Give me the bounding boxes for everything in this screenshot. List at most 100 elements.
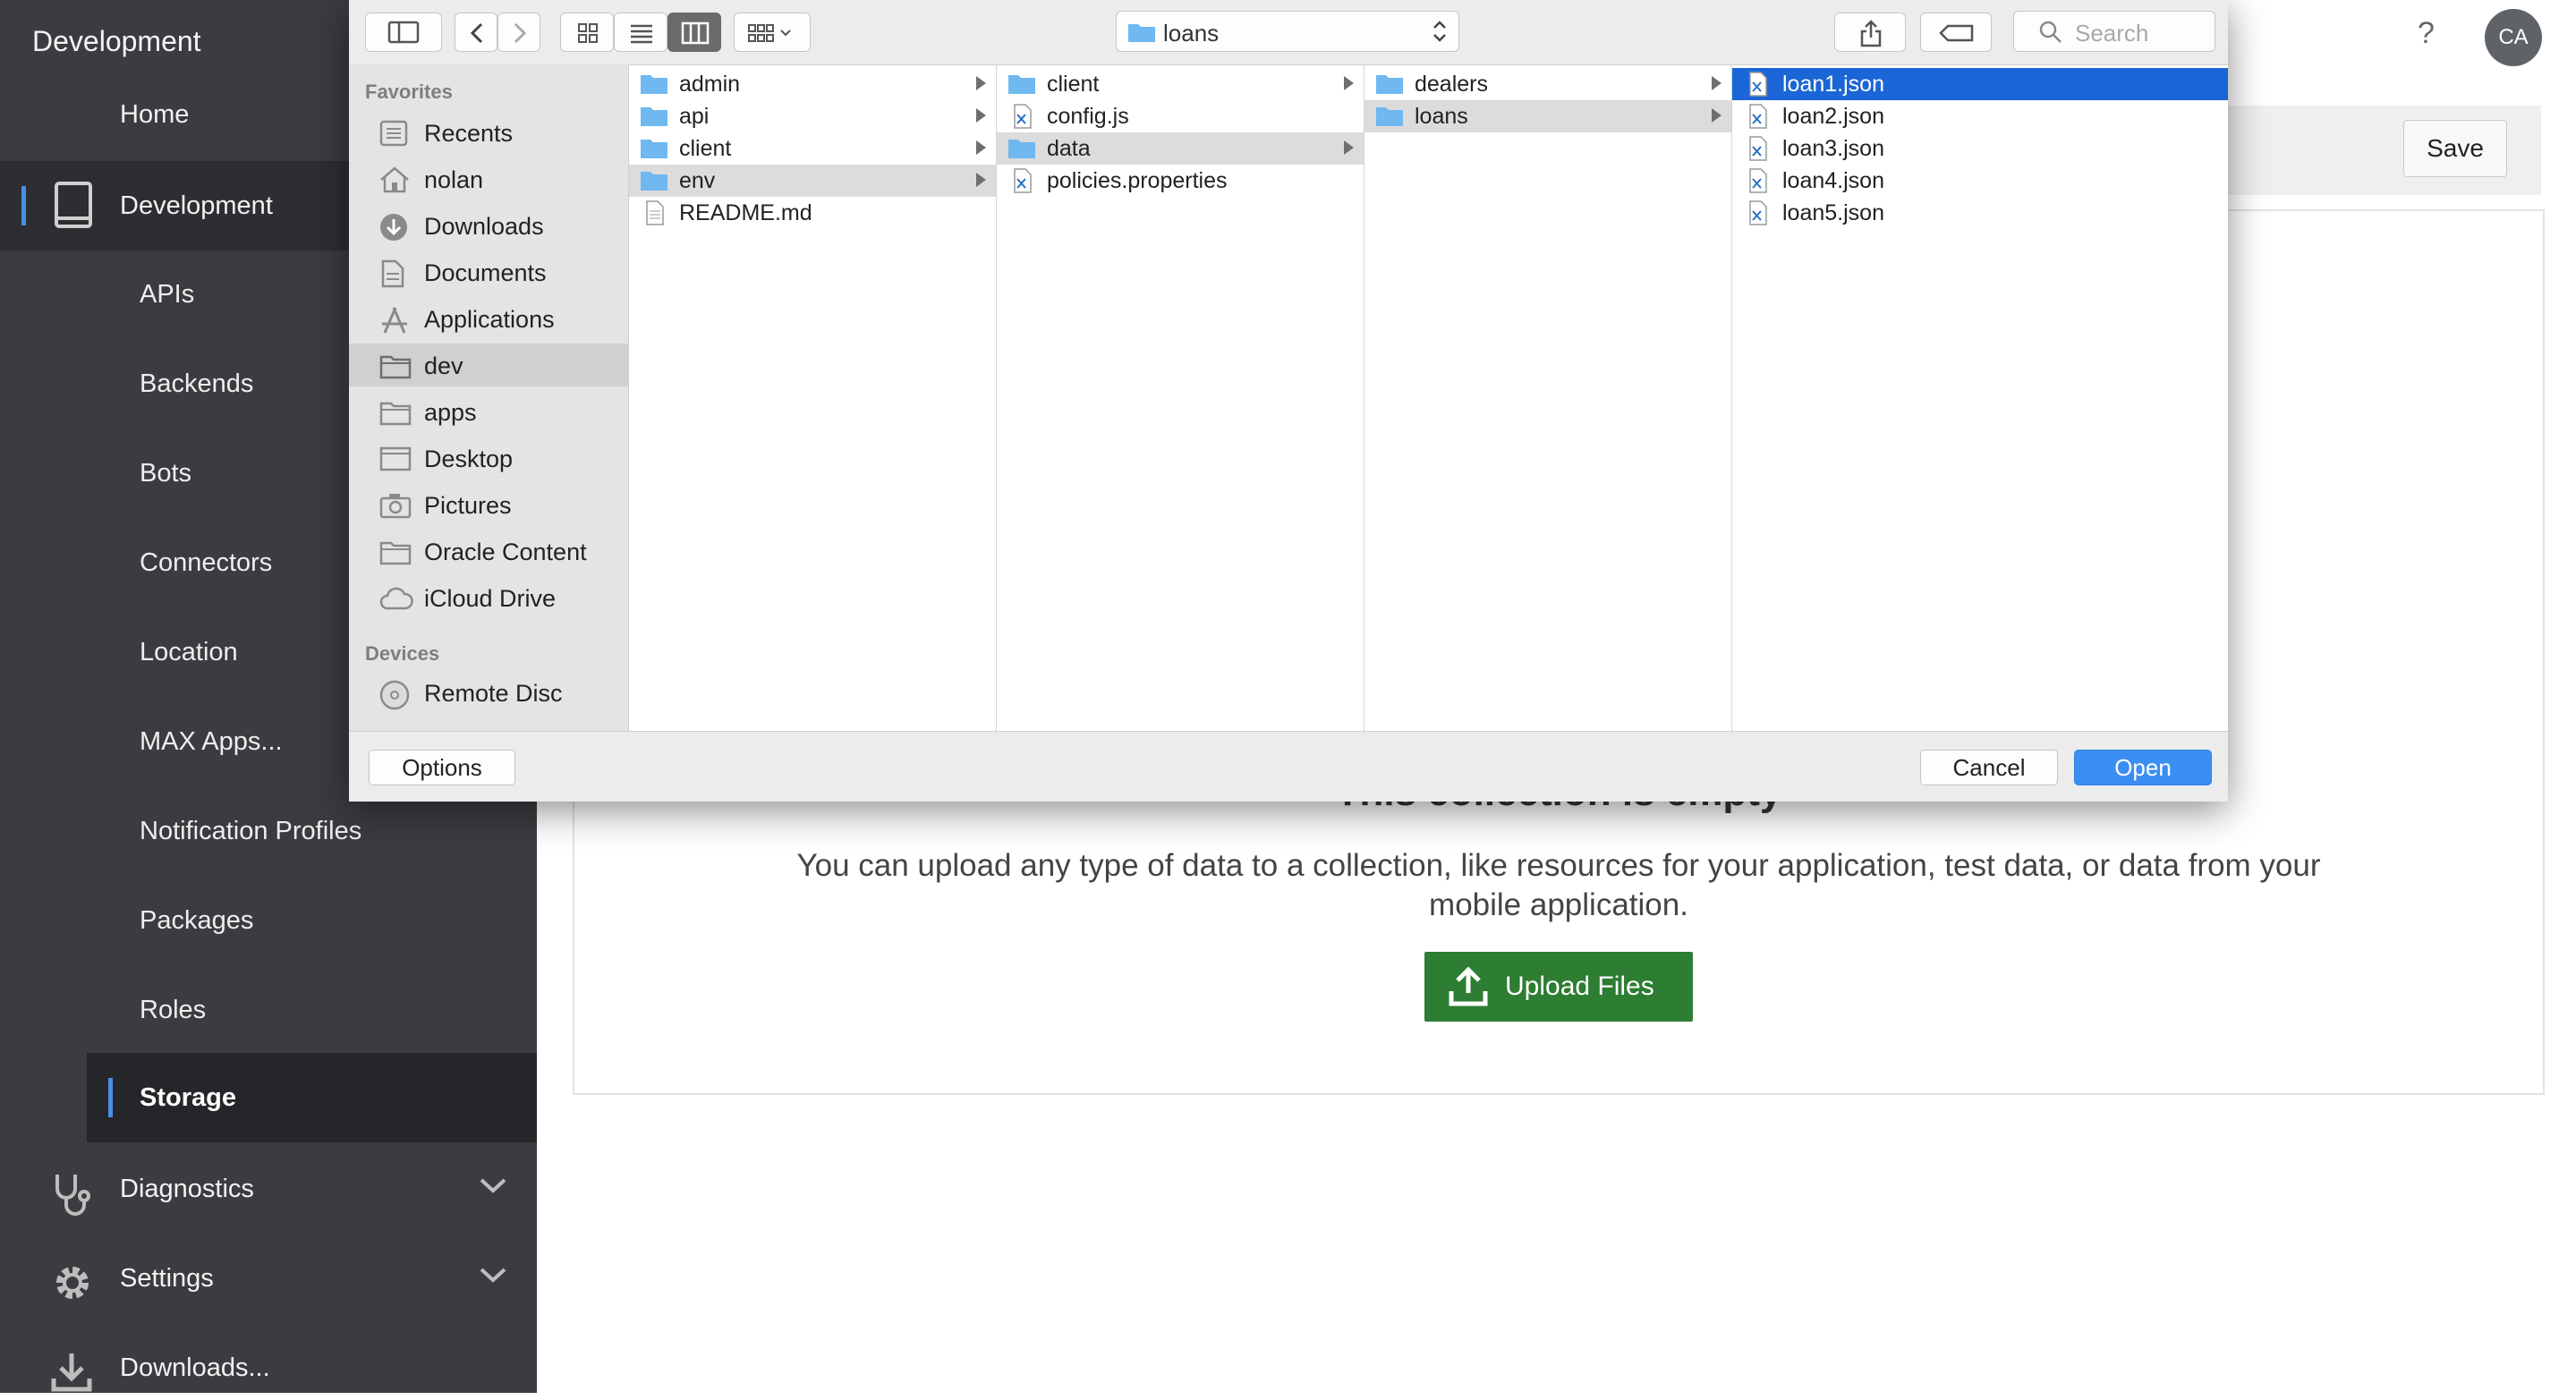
tag-button[interactable] bbox=[1920, 13, 1992, 52]
sidebar-item-recents[interactable]: Recents bbox=[349, 111, 628, 154]
browser-column-2: client config.js data policies.propertie… bbox=[997, 65, 1365, 731]
file-row-loan2[interactable]: loan2.json bbox=[1732, 100, 2228, 132]
file-name: client bbox=[679, 136, 732, 161]
disc-icon bbox=[379, 680, 410, 715]
avatar[interactable]: CA bbox=[2485, 9, 2542, 66]
sidebar-item-bots[interactable]: Bots bbox=[140, 459, 191, 488]
file-row-data[interactable]: data bbox=[997, 132, 1364, 165]
folder-icon bbox=[379, 399, 412, 430]
downloads-icon bbox=[379, 213, 408, 246]
sidebar-item-dev[interactable]: dev bbox=[349, 344, 628, 386]
sidebar-section-label: Development bbox=[120, 191, 273, 220]
sidebar-item-home[interactable]: Home bbox=[120, 100, 189, 130]
sidebar-item-packages[interactable]: Packages bbox=[140, 906, 253, 936]
column-view-button[interactable] bbox=[667, 13, 721, 52]
stethoscope-icon bbox=[50, 1171, 93, 1222]
share-button[interactable] bbox=[1834, 13, 1906, 52]
chevron-down-icon[interactable] bbox=[478, 1264, 508, 1290]
sidebar-item-apps[interactable]: apps bbox=[349, 390, 628, 433]
help-icon[interactable]: ? bbox=[2418, 16, 2435, 51]
sidebar-group-diagnostics[interactable]: Diagnostics bbox=[0, 1158, 537, 1221]
sidebar-item-remote-disc[interactable]: Remote Disc bbox=[349, 671, 628, 714]
sidebar-item-label: Applications bbox=[424, 306, 555, 333]
sidebar-item-label: Pictures bbox=[424, 492, 512, 519]
disclosure-arrow-icon bbox=[976, 173, 986, 187]
file-row-dealers[interactable]: dealers bbox=[1365, 68, 1731, 100]
file-row-loan3[interactable]: loan3.json bbox=[1732, 132, 2228, 165]
file-name: policies.properties bbox=[1047, 168, 1228, 193]
file-row-admin[interactable]: admin bbox=[629, 68, 996, 100]
favorites-heading: Favorites bbox=[365, 81, 453, 103]
file-name: admin bbox=[679, 72, 741, 97]
sidebar-item-oracle-content[interactable]: Oracle Content bbox=[349, 530, 628, 573]
current-folder-label: loans bbox=[1163, 20, 1220, 47]
file-name: README.md bbox=[679, 200, 812, 225]
sidebar-item-downloads[interactable]: Downloads bbox=[349, 204, 628, 247]
code-file-icon bbox=[1743, 200, 1772, 230]
forward-button[interactable] bbox=[497, 13, 540, 52]
sidebar-item-pictures[interactable]: Pictures bbox=[349, 483, 628, 526]
file-row-loan5[interactable]: loan5.json bbox=[1732, 197, 2228, 229]
file-row-client[interactable]: client bbox=[997, 68, 1364, 100]
file-name: loans bbox=[1415, 104, 1468, 129]
file-row-loan1[interactable]: loan1.json bbox=[1732, 68, 2228, 100]
disclosure-arrow-icon bbox=[1712, 76, 1722, 90]
sidebar-item-connectors[interactable]: Connectors bbox=[140, 548, 272, 578]
sidebar-item-documents[interactable]: Documents bbox=[349, 250, 628, 293]
group-by-button[interactable] bbox=[734, 13, 811, 52]
cancel-button[interactable]: Cancel bbox=[1920, 750, 2058, 785]
sidebar-item-desktop[interactable]: Desktop bbox=[349, 437, 628, 479]
file-row-readme[interactable]: README.md bbox=[629, 197, 996, 229]
sidebar-group-downloads[interactable]: Downloads... bbox=[0, 1337, 537, 1400]
sidebar-item-nolan[interactable]: nolan bbox=[349, 157, 628, 200]
file-name: config.js bbox=[1047, 104, 1129, 129]
sidebar-item-applications[interactable]: Applications bbox=[349, 297, 628, 340]
save-button[interactable]: Save bbox=[2403, 120, 2507, 177]
chevron-down-icon[interactable] bbox=[478, 1175, 508, 1201]
back-button[interactable] bbox=[455, 13, 497, 52]
search-input[interactable]: Search bbox=[2013, 11, 2215, 52]
sidebar-item-storage[interactable]: Storage bbox=[87, 1053, 537, 1142]
file-row-loan4[interactable]: loan4.json bbox=[1732, 165, 2228, 197]
applications-icon bbox=[379, 306, 410, 339]
list-view-button[interactable] bbox=[614, 13, 667, 52]
browser-column-1: admin api client env README.md bbox=[629, 65, 997, 731]
sidebar-item-roles[interactable]: Roles bbox=[140, 996, 206, 1025]
sidebar-item-icloud-drive[interactable]: iCloud Drive bbox=[349, 576, 628, 619]
sidebar-item-label: Documents bbox=[424, 259, 547, 286]
sidebar-item-label: Remote Disc bbox=[424, 680, 563, 707]
file-row-env[interactable]: env bbox=[629, 165, 996, 197]
sidebar-item-notification-profiles[interactable]: Notification Profiles bbox=[140, 817, 361, 846]
upload-icon bbox=[1448, 966, 1489, 1012]
active-indicator bbox=[108, 1078, 113, 1117]
file-name: loan5.json bbox=[1782, 200, 1884, 225]
home-icon bbox=[379, 166, 410, 198]
toggle-sidebar-button[interactable] bbox=[365, 13, 442, 52]
sidebar-group-label: Diagnostics bbox=[120, 1175, 254, 1203]
icon-view-button[interactable] bbox=[560, 13, 614, 52]
sidebar-item-backends[interactable]: Backends bbox=[140, 369, 253, 399]
file-name: env bbox=[679, 168, 716, 193]
disclosure-arrow-icon bbox=[976, 76, 986, 90]
file-row-api[interactable]: api bbox=[629, 100, 996, 132]
upload-files-button[interactable]: Upload Files bbox=[1424, 952, 1693, 1022]
file-row-config-js[interactable]: config.js bbox=[997, 100, 1364, 132]
app-title: Development bbox=[32, 25, 201, 57]
options-button[interactable]: Options bbox=[369, 750, 515, 785]
sidebar-item-max-apps[interactable]: MAX Apps... bbox=[140, 727, 283, 757]
file-row-policies[interactable]: policies.properties bbox=[997, 165, 1364, 197]
sidebar-group-settings[interactable]: Settings bbox=[0, 1248, 537, 1311]
sidebar-item-apis[interactable]: APIs bbox=[140, 280, 194, 310]
sidebar-item-location[interactable]: Location bbox=[140, 638, 238, 667]
desktop-icon bbox=[379, 445, 412, 477]
search-placeholder: Search bbox=[2075, 20, 2149, 47]
file-row-loans[interactable]: loans bbox=[1365, 100, 1731, 132]
folder-icon bbox=[379, 352, 412, 384]
folder-icon bbox=[640, 104, 668, 132]
file-row-client[interactable]: client bbox=[629, 132, 996, 165]
folder-path-popup[interactable]: loans bbox=[1116, 11, 1459, 52]
sidebar-item-label: Recents bbox=[424, 120, 514, 147]
browser-column-3: dealers loans bbox=[1365, 65, 1732, 731]
open-button[interactable]: Open bbox=[2074, 750, 2212, 785]
folder-icon bbox=[1007, 72, 1036, 99]
